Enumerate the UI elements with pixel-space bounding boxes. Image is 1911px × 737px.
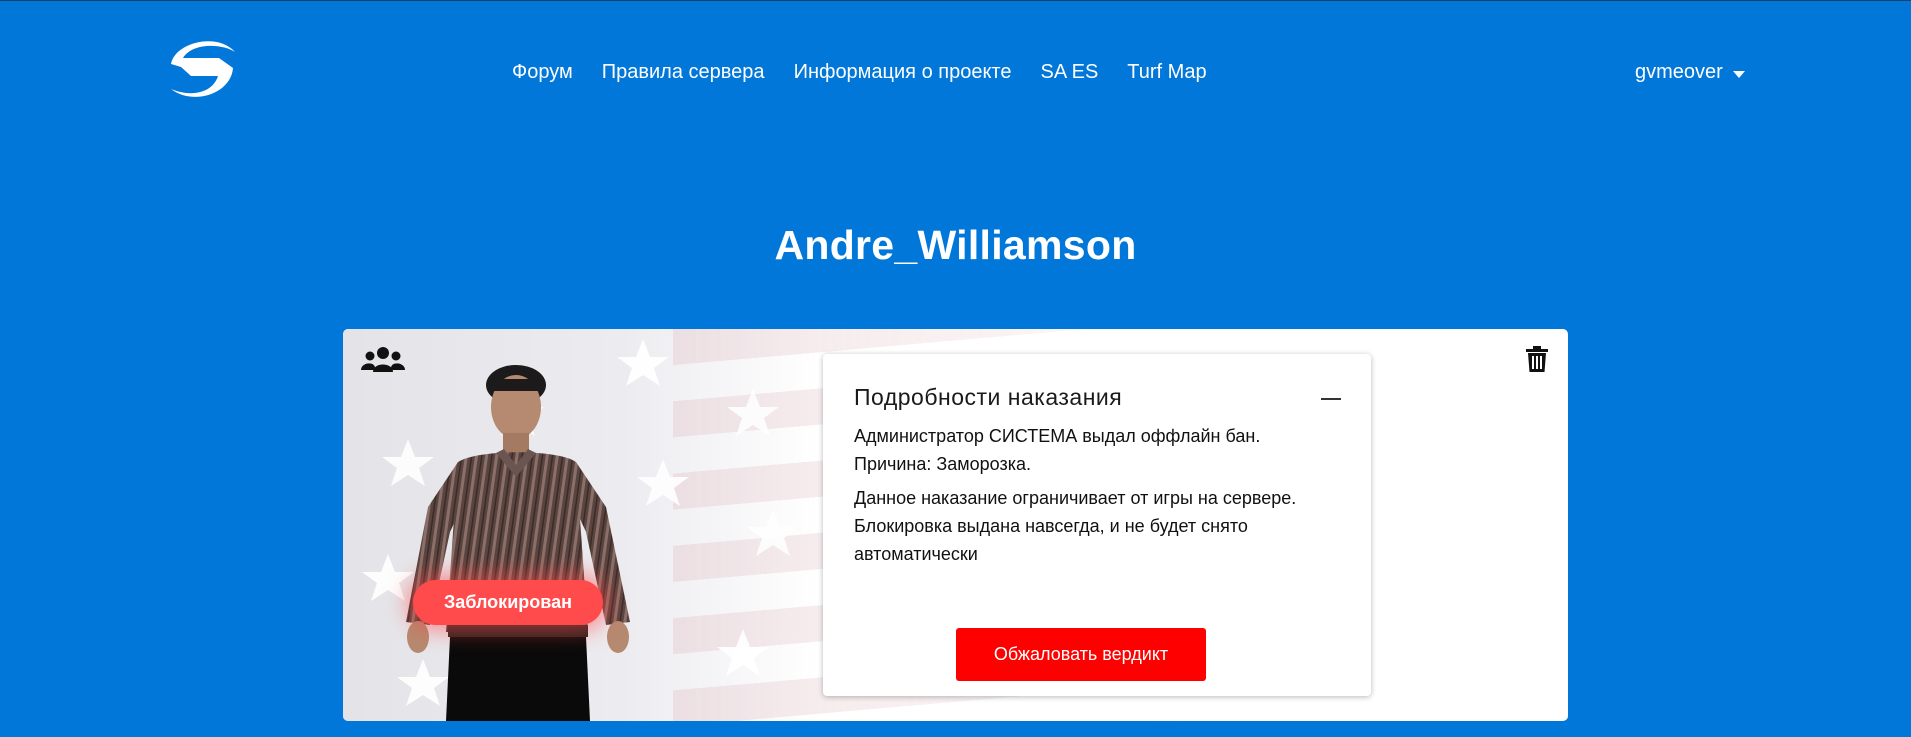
nav-project-info[interactable]: Информация о проекте xyxy=(794,61,1012,84)
nav-sa-es[interactable]: SA ES xyxy=(1040,61,1098,84)
chevron-down-icon xyxy=(1732,71,1745,78)
nav-turf-map[interactable]: Turf Map xyxy=(1127,61,1206,84)
panel-title: Подробности наказания xyxy=(854,384,1123,410)
status-badge: Заблокирован xyxy=(413,580,603,625)
punishment-admin-line: Администратор СИСТЕМА выдал оффлайн бан. xyxy=(854,426,1261,446)
punishment-description: Данное наказание ограничивает от игры на… xyxy=(854,488,1297,564)
collapse-icon[interactable] xyxy=(1321,398,1341,400)
punishment-details: Администратор СИСТЕМА выдал оффлайн бан.… xyxy=(854,422,1334,568)
top-border xyxy=(0,0,1911,1)
nav-server-rules[interactable]: Правила сервера xyxy=(602,61,765,84)
character-avatar xyxy=(406,365,630,721)
g-logo-icon[interactable] xyxy=(163,34,239,104)
appeal-button[interactable]: Обжаловать вердикт xyxy=(956,628,1206,681)
username: gvmeover xyxy=(1635,61,1723,83)
player-card: Заблокирован Подробности наказания Админ… xyxy=(343,329,1568,721)
nav-forum[interactable]: Форум xyxy=(512,61,573,84)
user-menu[interactable]: gvmeover xyxy=(1635,61,1745,84)
trash-icon[interactable] xyxy=(1526,346,1548,372)
punishment-reason: Причина: Заморозка. xyxy=(854,454,1032,474)
punishment-panel: Подробности наказания Администратор СИСТ… xyxy=(823,354,1371,696)
main-nav: Форум Правила сервера Информация о проек… xyxy=(512,61,1207,84)
page-title: Andre_Williamson xyxy=(774,222,1137,268)
